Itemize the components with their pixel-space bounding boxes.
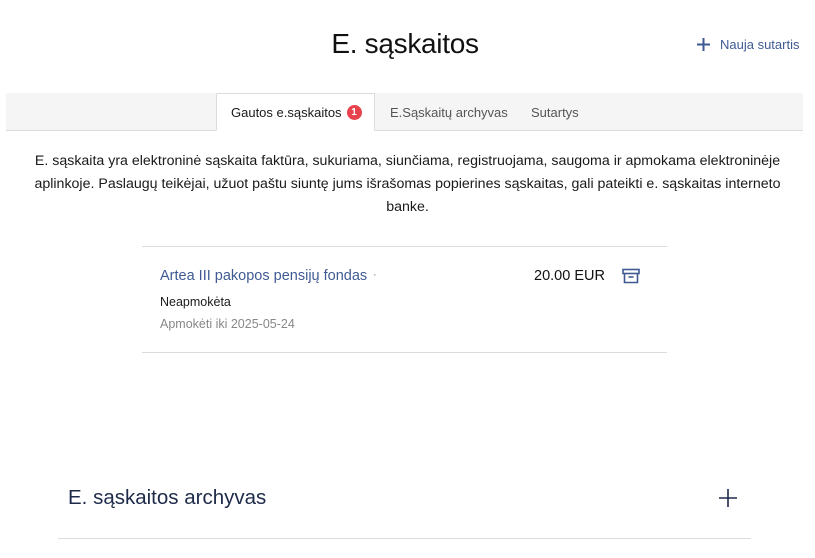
- invoice-due-date: Apmokėti iki 2025-05-24: [160, 317, 295, 331]
- tab-label: E.Sąskaitų archyvas: [390, 104, 508, 120]
- unread-count-badge: 1: [346, 104, 362, 120]
- new-contract-button[interactable]: Nauja sutartis: [696, 37, 799, 52]
- tab-label: Gautos e.sąskaitos: [231, 104, 342, 120]
- invoice-archive-accordion[interactable]: E. sąskaitos archyvas: [58, 472, 751, 539]
- invoice-amount: 20.00 EUR: [534, 268, 605, 284]
- page-title: E. sąskaitos: [331, 28, 479, 59]
- separator-dot: ·: [373, 269, 377, 281]
- plus-icon: [697, 38, 710, 51]
- tab-bar: Gautos e.sąskaitos 1 E.Sąskaitų archyvas…: [6, 93, 803, 131]
- accordion-title: E. sąskaitos archyvas: [68, 486, 267, 509]
- intro-text: E. sąskaita yra elektroninė sąskaita fak…: [34, 153, 781, 215]
- invoice-item: Artea III pakopos pensijų fondas · 20.00…: [142, 246, 667, 353]
- invoice-provider-link[interactable]: Artea III pakopos pensijų fondas: [160, 268, 367, 284]
- tab-received-invoices[interactable]: Gautos e.sąskaitos 1: [216, 93, 375, 131]
- plus-icon: [719, 489, 737, 507]
- tab-invoice-archive[interactable]: E.Sąskaitų archyvas: [390, 93, 508, 131]
- archive-box-icon[interactable]: [622, 268, 640, 284]
- tab-contracts[interactable]: Sutartys: [531, 93, 579, 131]
- tab-label: Sutartys: [531, 104, 579, 120]
- new-contract-label: Nauja sutartis: [720, 37, 800, 52]
- invoice-status: Neapmokėta: [160, 295, 231, 309]
